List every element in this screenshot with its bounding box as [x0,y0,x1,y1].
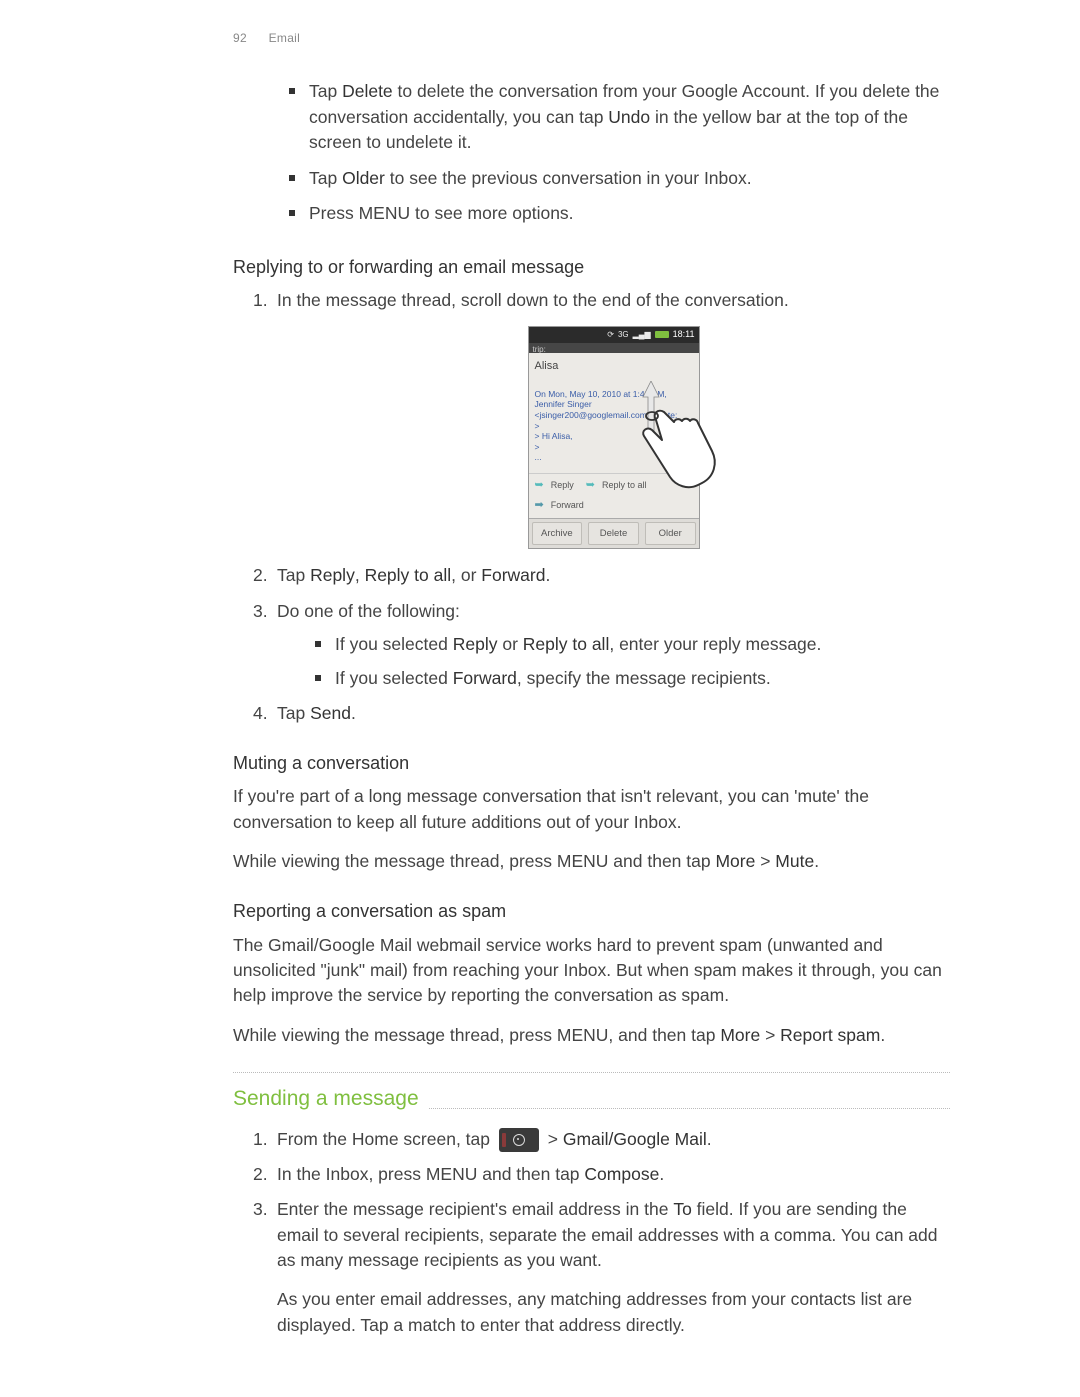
step-item: In the message thread, scroll down to th… [253,288,950,549]
bullet-item: If you selected Reply or Reply to all, e… [315,632,950,657]
bullet-icon [289,88,295,94]
step-item: From the Home screen, tap > Gmail/Google… [253,1127,950,1152]
subheading-replying: Replying to or forwarding an email messa… [233,254,950,280]
bullet-text: If you selected Forward, specify the mes… [335,666,950,691]
older-button: Older [645,522,696,546]
inner-bullet-list: If you selected Reply or Reply to all, e… [315,632,950,691]
sender-name: Alisa [535,359,693,375]
step-item: Do one of the following: If you selected… [253,599,950,691]
bullet-icon [289,175,295,181]
body-paragraph: The Gmail/Google Mail webmail service wo… [233,933,950,1009]
document-page: 92 Email Tap Delete to delete the conver… [0,0,1080,1388]
reply-arrow-icon: ➥ [586,478,595,494]
step-item: In the Inbox, press MENU and then tap Co… [253,1162,950,1187]
sending-steps: From the Home screen, tap > Gmail/Google… [253,1127,950,1339]
forward-action: Forward [551,499,584,512]
bullet-text: Tap Older to see the previous conversati… [309,166,950,191]
section-name: Email [269,31,301,45]
subheading-muting: Muting a conversation [233,750,950,776]
reply-arrow-icon: ➥ [535,478,544,494]
scroll-arrow-icon [641,381,661,431]
step-item: Tap Send. [253,701,950,726]
bullet-text: Press MENU to see more options. [309,201,950,226]
phone-frame: ⟳ 3G ▂▄▆ 18:11 trip: Alisa On Mon, May 1… [528,326,700,550]
sync-icon: ⟳ [607,329,614,341]
subheading-spam: Reporting a conversation as spam [233,898,950,924]
button-bar: Archive Delete Older [529,518,699,549]
delete-button: Delete [588,522,639,546]
network-3g-icon: 3G [618,329,629,341]
bullet-icon [289,210,295,216]
step-item: Tap Reply, Reply to all, or Forward. [253,563,950,588]
section-divider: Sending a message [233,1072,950,1108]
bullet-icon [315,641,321,647]
bullet-item: Press MENU to see more options. [289,201,950,226]
replying-steps: In the message thread, scroll down to th… [253,288,950,726]
bullet-text: If you selected Reply or Reply to all, e… [335,632,950,657]
message-area: Alisa On Mon, May 10, 2010 at 1:48 PM, J… [529,353,699,473]
battery-icon [655,331,669,338]
status-time: 18:11 [673,328,695,341]
section-heading-sending: Sending a message [233,1084,429,1114]
page-number: 92 [233,31,247,45]
bullet-icon [315,675,321,681]
page-header: 92 Email [233,30,950,47]
step-item: Enter the message recipient's email addr… [253,1197,950,1338]
bullet-item: Tap Older to see the previous conversati… [289,166,950,191]
archive-button: Archive [532,522,583,546]
body-paragraph: While viewing the message thread, press … [233,849,950,874]
body-paragraph: While viewing the message thread, press … [233,1023,950,1048]
step-sub-paragraph: As you enter email addresses, any matchi… [277,1287,950,1338]
action-row: ➡ Forward [529,498,699,518]
apps-launcher-icon [499,1128,539,1152]
bullet-item: Tap Delete to delete the conversation fr… [289,79,950,155]
body-paragraph: If you're part of a long message convers… [233,784,950,835]
reply-action: Reply [551,479,574,492]
bullet-text: Tap Delete to delete the conversation fr… [309,79,950,155]
forward-arrow-icon: ➡ [535,498,544,514]
quoted-text: On Mon, May 10, 2010 at 1:48 PM, Jennife… [535,389,693,463]
replyall-action: Reply to all [602,479,647,492]
phone-screenshot: ⟳ 3G ▂▄▆ 18:11 trip: Alisa On Mon, May 1… [528,326,700,550]
bullet-item: If you selected Forward, specify the mes… [315,666,950,691]
action-row: ➥ Reply ➥ Reply to all [529,473,699,498]
status-bar: ⟳ 3G ▂▄▆ 18:11 [529,327,699,343]
top-bullet-list: Tap Delete to delete the conversation fr… [289,79,950,226]
signal-icon: ▂▄▆ [633,329,651,341]
subject-clip: trip: [529,343,699,353]
